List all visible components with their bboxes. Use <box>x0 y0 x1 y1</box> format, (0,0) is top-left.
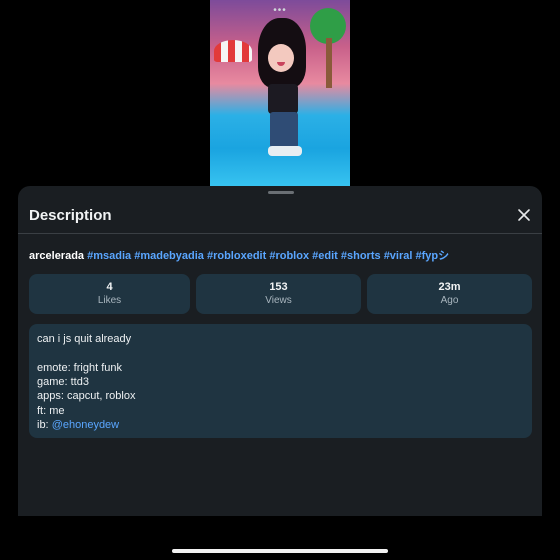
views-count: 153 <box>269 281 288 293</box>
description-line: game: ttd3 <box>37 376 89 388</box>
home-indicator[interactable] <box>172 549 388 553</box>
likes-count: 4 <box>106 281 113 293</box>
avatar-legs <box>270 112 298 148</box>
video-preview[interactable]: ••• <box>210 0 350 186</box>
close-icon[interactable] <box>516 207 532 223</box>
description-line: can i js quit already <box>37 333 132 345</box>
avatar-face <box>268 44 294 72</box>
ib-prefix: ib: <box>37 419 52 431</box>
hashtag-link[interactable]: #madebyadia <box>134 250 204 262</box>
likes-stat: 4 Likes <box>29 274 190 314</box>
avatar-body <box>268 84 298 114</box>
header-divider <box>18 233 542 234</box>
description-card: can i js quit already emote: fright funk… <box>29 324 532 438</box>
description-line: ib: @ehoneydew <box>37 419 119 431</box>
drag-handle[interactable] <box>268 191 294 194</box>
views-stat: 153 Views <box>196 274 361 314</box>
description-line: ft: me <box>37 405 65 417</box>
age-stat: 23m Ago <box>367 274 532 314</box>
username-label[interactable]: arcelerada <box>29 250 84 262</box>
hashtag-link[interactable]: #edit <box>312 250 338 262</box>
views-label: Views <box>265 295 292 306</box>
age-label: Ago <box>440 295 459 306</box>
hashtag-link[interactable]: #viral <box>384 250 413 262</box>
description-sheet: Description arcelerada #msadia #madebyad… <box>18 186 542 516</box>
caption-line: arcelerada #msadia #madebyadia #robloxed… <box>29 247 449 263</box>
age-value: 23m <box>438 281 461 293</box>
hashtag-link[interactable]: #robloxedit <box>207 250 266 262</box>
hashtag-link[interactable]: #msadia <box>87 250 131 262</box>
likes-label: Likes <box>97 295 122 306</box>
sheet-title: Description <box>29 207 112 224</box>
description-line: emote: fright funk <box>37 362 122 374</box>
stats-row: 4 Likes 153 Views 23m Ago <box>29 274 532 314</box>
avatar-shoes <box>268 146 302 156</box>
hashtag-link[interactable]: #roblox <box>269 250 309 262</box>
bottom-area <box>0 516 560 560</box>
beach-umbrella-graphic <box>214 40 252 62</box>
hashtag-link[interactable]: #shorts <box>341 250 381 262</box>
palm-tree-trunk-graphic <box>326 38 332 88</box>
hashtag-link[interactable]: #fypシ <box>416 250 450 262</box>
description-line: apps: capcut, roblox <box>37 390 136 402</box>
mention-link[interactable]: @ehoneydew <box>52 419 119 431</box>
